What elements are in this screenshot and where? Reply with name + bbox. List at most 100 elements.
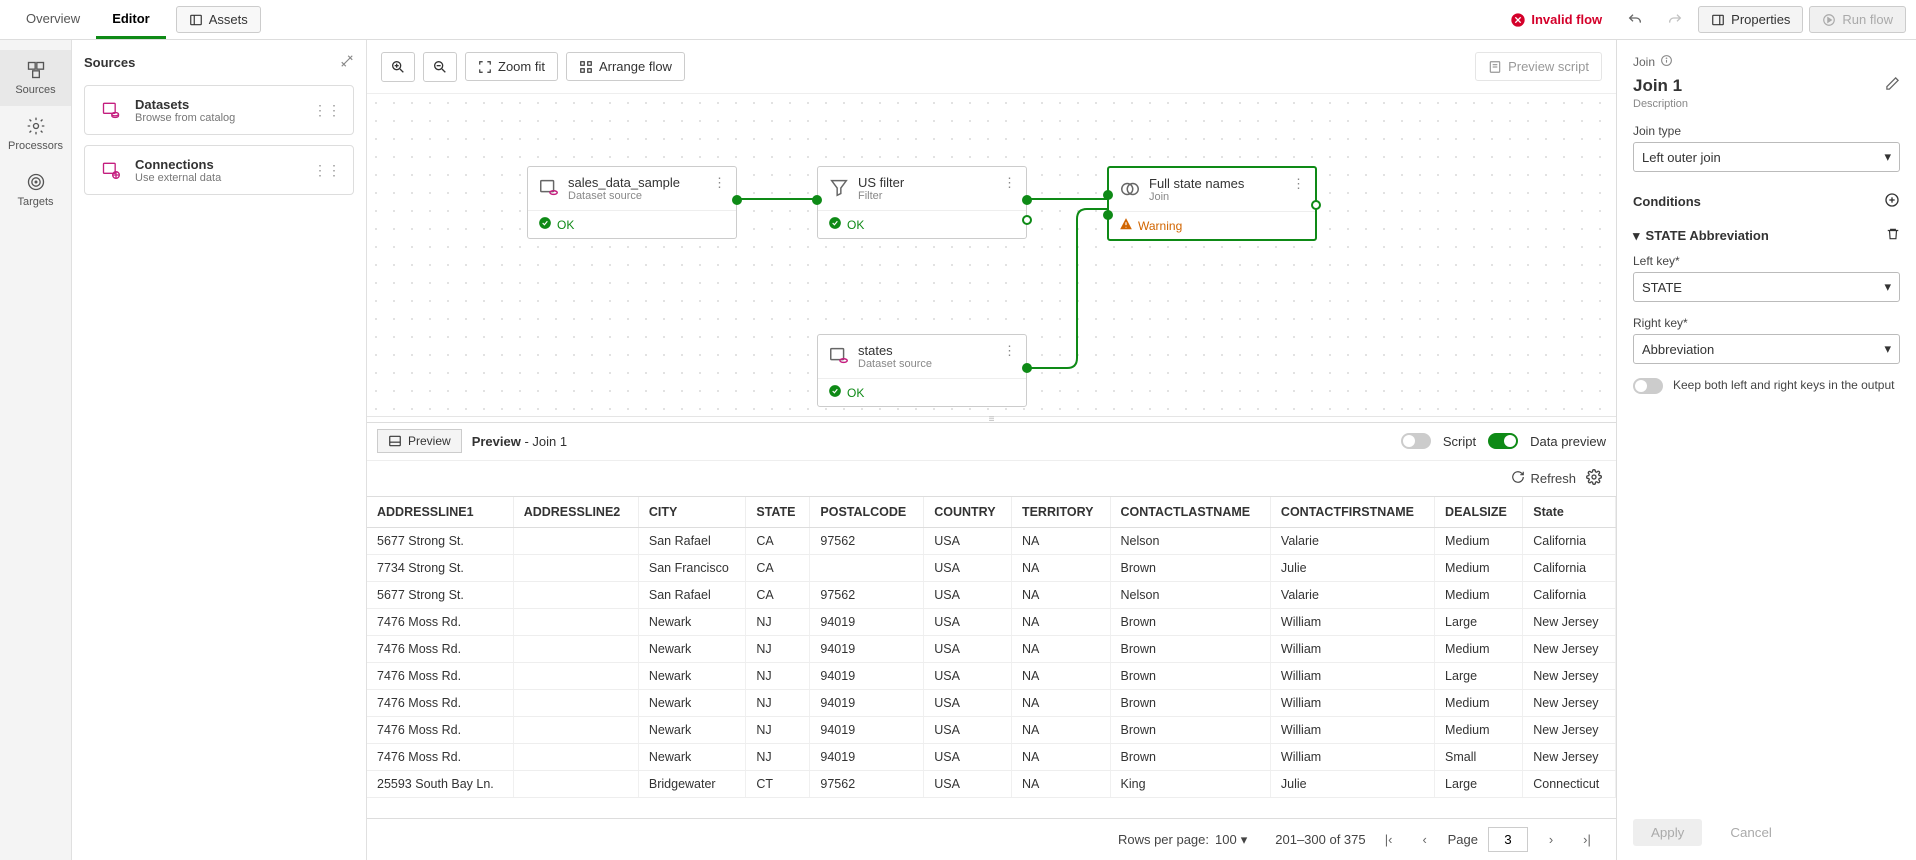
drag-handle-icon[interactable]: ⋮⋮ (313, 102, 341, 119)
table-cell: Large (1435, 662, 1523, 689)
collapse-icon[interactable] (340, 54, 354, 71)
node-sales-data-sample[interactable]: sales_data_sample Dataset source ⋮ OK (527, 166, 737, 239)
zoom-fit-button[interactable]: Zoom fit (465, 52, 558, 81)
sources-panel-title: Sources (84, 55, 135, 70)
table-row[interactable]: 5677 Strong St.San RafaelCA97562USANANel… (367, 581, 1616, 608)
table-cell: USA (924, 635, 1012, 662)
node-full-state-names[interactable]: Full state names Join ⋮ Warning (1107, 166, 1317, 241)
table-row[interactable]: 7476 Moss Rd.NewarkNJ94019USANABrownWill… (367, 689, 1616, 716)
warning-icon (1119, 217, 1133, 234)
table-cell: William (1270, 743, 1434, 770)
column-header[interactable]: ADDRESSLINE1 (367, 497, 513, 528)
table-cell: New Jersey (1523, 635, 1616, 662)
leftrail-targets[interactable]: Targets (0, 162, 71, 218)
table-cell: USA (924, 554, 1012, 581)
column-header[interactable]: POSTALCODE (810, 497, 924, 528)
delete-condition-button[interactable] (1886, 227, 1900, 244)
datasets-card[interactable]: Datasets Browse from catalog ⋮⋮ (84, 85, 354, 135)
settings-button[interactable] (1586, 469, 1602, 488)
table-cell (513, 608, 638, 635)
table-row[interactable]: 25593 South Bay Ln.BridgewaterCT97562USA… (367, 770, 1616, 797)
table-cell (810, 554, 924, 581)
table-cell: NA (1011, 716, 1110, 743)
chevron-down-icon[interactable]: ▾ (1633, 228, 1640, 244)
node-menu-icon[interactable]: ⋮ (713, 175, 726, 191)
right-key-select[interactable]: Abbreviation ▾ (1633, 334, 1900, 364)
refresh-button[interactable]: Refresh (1511, 470, 1576, 487)
column-header[interactable]: CONTACTLASTNAME (1110, 497, 1270, 528)
table-cell: New Jersey (1523, 716, 1616, 743)
prev-page-button[interactable]: ‹ (1412, 827, 1438, 853)
table-row[interactable]: 7476 Moss Rd.NewarkNJ94019USANABrownWill… (367, 608, 1616, 635)
next-page-button[interactable]: › (1538, 827, 1564, 853)
table-row[interactable]: 7476 Moss Rd.NewarkNJ94019USANABrownWill… (367, 743, 1616, 770)
table-row[interactable]: 7734 Strong St.San FranciscoCAUSANABrown… (367, 554, 1616, 581)
assets-button[interactable]: Assets (176, 6, 261, 33)
column-header[interactable]: DEALSIZE (1435, 497, 1523, 528)
table-cell: USA (924, 608, 1012, 635)
cancel-button: Cancel (1712, 819, 1790, 846)
column-header[interactable]: STATE (746, 497, 810, 528)
node-menu-icon[interactable]: ⋮ (1292, 176, 1305, 192)
table-cell: Newark (638, 716, 745, 743)
undo-button[interactable] (1618, 5, 1652, 35)
preview-toggle-button[interactable]: Preview (377, 429, 462, 453)
check-icon (828, 384, 842, 401)
zoom-in-button[interactable] (381, 52, 415, 82)
edit-icon[interactable] (1885, 76, 1900, 96)
column-header[interactable]: COUNTRY (924, 497, 1012, 528)
info-icon[interactable] (1660, 54, 1673, 70)
table-row[interactable]: 5677 Strong St.San RafaelCA97562USANANel… (367, 527, 1616, 554)
table-row[interactable]: 7476 Moss Rd.NewarkNJ94019USANABrownWill… (367, 716, 1616, 743)
table-row[interactable]: 7476 Moss Rd.NewarkNJ94019USANABrownWill… (367, 662, 1616, 689)
join-type-select[interactable]: Left outer join ▾ (1633, 142, 1900, 172)
node-us-filter[interactable]: US filter Filter ⋮ OK (817, 166, 1027, 239)
column-header[interactable]: TERRITORY (1011, 497, 1110, 528)
table-cell: CT (746, 770, 810, 797)
rows-per-page-select[interactable]: 100 ▾ (1215, 832, 1247, 848)
error-icon (1510, 12, 1526, 28)
chevron-down-icon: ▾ (1241, 832, 1248, 848)
table-row[interactable]: 7476 Moss Rd.NewarkNJ94019USANABrownWill… (367, 635, 1616, 662)
connections-card[interactable]: Connections Use external data ⋮⋮ (84, 145, 354, 195)
page-range: 201–300 of 375 (1275, 832, 1365, 847)
preview-script-button[interactable]: Preview script (1475, 52, 1602, 81)
redo-button[interactable] (1658, 5, 1692, 35)
script-toggle[interactable] (1401, 433, 1431, 449)
table-cell: Medium (1435, 581, 1523, 608)
check-icon (538, 216, 552, 233)
page-input[interactable] (1488, 827, 1528, 852)
zoom-out-button[interactable] (423, 52, 457, 82)
last-page-button[interactable]: ›| (1574, 827, 1600, 853)
table-cell: New Jersey (1523, 662, 1616, 689)
datasets-sub: Browse from catalog (135, 112, 303, 124)
properties-button[interactable]: Properties (1698, 6, 1803, 33)
table-cell: NA (1011, 662, 1110, 689)
table-cell: Valarie (1270, 527, 1434, 554)
tab-overview[interactable]: Overview (10, 1, 96, 39)
node-states[interactable]: states Dataset source ⋮ OK (817, 334, 1027, 407)
column-header[interactable]: State (1523, 497, 1616, 528)
apply-button: Apply (1633, 819, 1702, 846)
tab-editor[interactable]: Editor (96, 1, 166, 39)
processors-icon (26, 116, 46, 136)
keep-keys-toggle[interactable] (1633, 378, 1663, 394)
table-cell: Bridgewater (638, 770, 745, 797)
column-header[interactable]: CITY (638, 497, 745, 528)
drag-handle-icon[interactable]: ⋮⋮ (313, 162, 341, 179)
table-cell: Julie (1270, 554, 1434, 581)
leftrail-sources[interactable]: Sources (0, 50, 71, 106)
table-cell: William (1270, 689, 1434, 716)
node-menu-icon[interactable]: ⋮ (1003, 343, 1016, 359)
leftrail-processors[interactable]: Processors (0, 106, 71, 162)
node-menu-icon[interactable]: ⋮ (1003, 175, 1016, 191)
table-cell: USA (924, 716, 1012, 743)
column-header[interactable]: ADDRESSLINE2 (513, 497, 638, 528)
data-preview-toggle[interactable] (1488, 433, 1518, 449)
column-header[interactable]: CONTACTFIRSTNAME (1270, 497, 1434, 528)
first-page-button[interactable]: |‹ (1376, 827, 1402, 853)
table-cell (513, 581, 638, 608)
add-condition-button[interactable] (1884, 192, 1900, 211)
arrange-flow-button[interactable]: Arrange flow (566, 52, 685, 81)
left-key-select[interactable]: STATE ▾ (1633, 272, 1900, 302)
